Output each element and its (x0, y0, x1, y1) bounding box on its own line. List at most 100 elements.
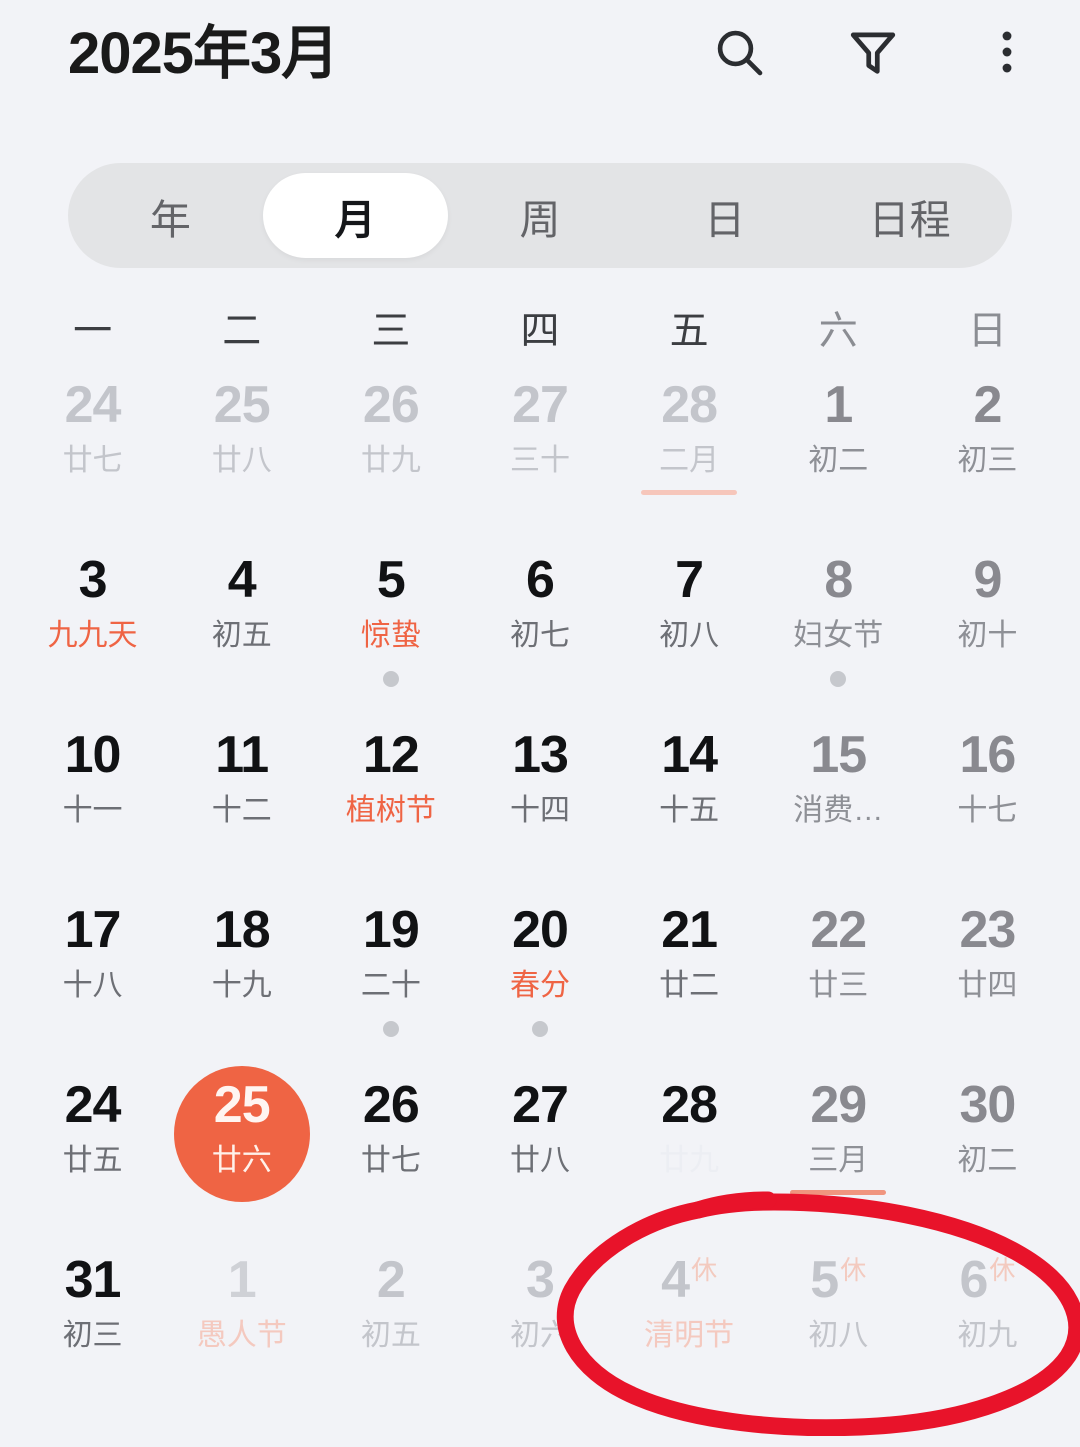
lunar-date-label: 二十 (360, 969, 421, 1002)
more-options-button[interactable] (976, 21, 1038, 83)
day-number-row: 15 (810, 726, 867, 788)
lunar-date-label: 初五 (360, 1319, 421, 1352)
calendar-day-cell[interactable]: 28 二月 (615, 372, 764, 547)
calendar-day-cell[interactable]: 29 三月 (764, 1072, 913, 1247)
day-number-row: 31 (64, 1251, 122, 1313)
calendar-day-cell[interactable]: 5 惊蛰 (316, 547, 465, 722)
calendar-day-cell[interactable]: 26 廿七 (316, 1072, 465, 1247)
calendar-day-cell[interactable]: 6 初七 (465, 547, 614, 722)
tab-month[interactable]: 月 (262, 173, 448, 258)
app-header: 2025年3月 (0, 0, 1080, 118)
calendar-day-cell[interactable]: 14 十五 (615, 722, 764, 897)
calendar-day-cell[interactable]: 5 休初八 (764, 1247, 913, 1422)
calendar-day-cell[interactable]: 15 消费… (764, 722, 913, 897)
day-number-row: 28 (661, 376, 718, 438)
calendar-day-cell[interactable]: 23 廿四 (913, 897, 1062, 1072)
calendar-day-cell[interactable]: 25 廿六 (167, 1066, 316, 1247)
day-number-row: 14 (661, 726, 718, 788)
day-number-row: 4 (227, 551, 257, 613)
calendar-day-cell[interactable]: 26 廿九 (316, 372, 465, 547)
day-number: 28 (661, 376, 718, 434)
day-number-row: 4休 (661, 1251, 717, 1313)
day-number: 24 (64, 376, 122, 434)
calendar-day-cell[interactable]: 9 初十 (913, 547, 1062, 722)
calendar-day-cell[interactable]: 13 十四 (465, 722, 614, 897)
day-number: 25 (213, 376, 271, 434)
filter-button[interactable] (842, 21, 904, 83)
calendar-day-cell[interactable]: 31 初三 (18, 1247, 167, 1422)
calendar-day-cell[interactable]: 2 初五 (316, 1247, 465, 1422)
day-number-row: 25 (214, 1076, 271, 1138)
tab-schedule[interactable]: 日程 (817, 173, 1002, 258)
day-number-row: 28 (661, 1076, 718, 1138)
day-number-row: 12 (363, 726, 420, 788)
calendar-day-cell[interactable]: 20 春分 (465, 897, 614, 1072)
day-number: 22 (810, 901, 867, 959)
calendar-day-cell[interactable]: 18 十九 (167, 897, 316, 1072)
lunar-date-label: 廿六 (211, 1144, 272, 1177)
day-number-row: 27 (512, 1076, 569, 1138)
tab-day[interactable]: 日 (632, 173, 817, 258)
day-number: 5 (810, 1251, 839, 1309)
calendar-day-cell[interactable]: 6 休初九 (913, 1247, 1062, 1422)
lunar-date-label: 初十 (957, 619, 1018, 652)
calendar-day-cell[interactable]: 2 初三 (913, 372, 1062, 547)
festival-label: 清明节 (644, 1319, 735, 1352)
festival-label: 消费… (793, 794, 884, 827)
calendar-day-cell[interactable]: 27 三十 (465, 372, 614, 547)
calendar-day-cell[interactable]: 22 廿三 (764, 897, 913, 1072)
day-number: 4 (227, 551, 257, 609)
weekday-mon: 一 (73, 310, 113, 353)
lunar-date-label: 初七 (509, 619, 570, 652)
day-number: 1 (227, 1251, 257, 1309)
day-number: 16 (959, 726, 1016, 784)
day-number-row: 8 (824, 551, 853, 613)
calendar-day-cell[interactable]: 8 妇女节 (764, 547, 913, 722)
day-number-row: 3 (526, 1251, 555, 1313)
festival-label: 植树节 (345, 794, 436, 827)
day-number: 6 (959, 1251, 988, 1309)
calendar-day-cell[interactable]: 4 休清明节 (615, 1247, 764, 1422)
calendar-day-cell[interactable]: 17 十八 (18, 897, 167, 1072)
day-number-row: 24 (64, 1076, 122, 1138)
calendar-day-cell[interactable]: 28 廿九 (615, 1072, 764, 1247)
calendar-day-cell[interactable]: 10 十一 (18, 722, 167, 897)
event-dot (382, 671, 399, 687)
calendar-day-cell[interactable]: 1 初二 (764, 372, 913, 547)
calendar-day-cell[interactable]: 11 十二 (167, 722, 316, 897)
day-number: 17 (64, 901, 122, 959)
lunar-date-label: 初五 (211, 619, 272, 652)
calendar-day-cell[interactable]: 24 廿五 (18, 1072, 167, 1247)
weekday-sun: 日 (967, 310, 1007, 353)
calendar-day-cell[interactable]: 21 廿二 (615, 897, 764, 1072)
tab-week[interactable]: 周 (448, 173, 633, 258)
day-number-row: 22 (810, 901, 867, 963)
calendar-day-cell[interactable]: 3 初六 (465, 1247, 614, 1422)
day-number-row: 13 (512, 726, 569, 788)
calendar-day-cell[interactable]: 4 初五 (167, 547, 316, 722)
calendar-day-cell[interactable]: 1 愚人节 (167, 1247, 316, 1422)
day-number: 31 (64, 1251, 122, 1309)
lunar-date-label: 初八 (808, 1319, 869, 1352)
calendar-day-cell[interactable]: 3 九九天 (18, 547, 167, 722)
calendar-day-cell[interactable]: 19 二十 (316, 897, 465, 1072)
day-number-row: 20 (512, 901, 569, 963)
calendar-day-cell[interactable]: 7 初八 (615, 547, 764, 722)
day-number-row: 3 (79, 551, 108, 613)
calendar-day-cell[interactable]: 27 廿八 (465, 1072, 614, 1247)
calendar-app: 20 25 年 3 月 年 月 周 日 日程 一 二 三 四 五 六 日 24 廿七 2… (0, 0, 1080, 1447)
day-number: 24 (64, 1076, 122, 1134)
festival-label: 妇女节 (793, 619, 884, 652)
page-title: 2025年3月 (68, 21, 339, 86)
tab-year[interactable]: 年 (78, 173, 263, 258)
lunar-date-label: 十一 (62, 794, 123, 827)
calendar-day-cell[interactable]: 16 十七 (913, 722, 1062, 897)
calendar-day-cell[interactable]: 25 廿八 (167, 372, 316, 547)
calendar-day-cell[interactable]: 24 廿七 (18, 372, 167, 547)
calendar-day-cell[interactable]: 30 初二 (913, 1072, 1062, 1247)
day-number: 26 (362, 376, 420, 434)
search-button[interactable] (708, 21, 770, 83)
calendar-day-cell[interactable]: 12 植树节 (316, 722, 465, 897)
day-number: 29 (810, 1076, 867, 1134)
day-number: 9 (973, 551, 1002, 609)
